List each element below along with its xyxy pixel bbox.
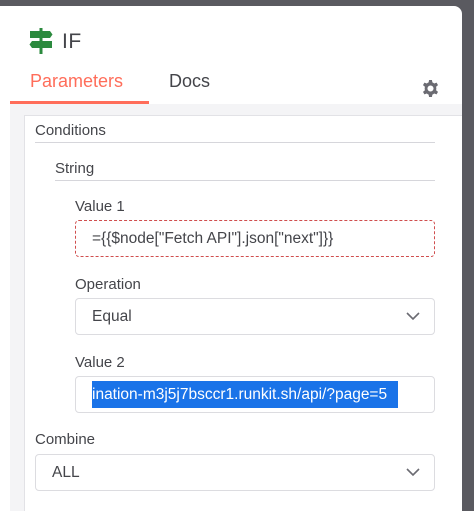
conditions-divider: [35, 142, 435, 143]
value2-input[interactable]: ination-m3j5j7bsccr1.runkit.sh/api/?page…: [75, 376, 435, 413]
gear-icon[interactable]: [421, 79, 440, 98]
combine-select[interactable]: ALL: [35, 454, 435, 491]
tab-parameters[interactable]: Parameters: [30, 71, 123, 101]
value2-selected-text: ination-m3j5j7bsccr1.runkit.sh/api/?page…: [92, 381, 398, 408]
value1-text: ={{$node["Fetch API"].json["next"]}}: [92, 230, 334, 247]
signpost-icon: [29, 28, 53, 54]
string-divider: [55, 180, 435, 181]
combine-label: Combine: [35, 431, 96, 448]
value1-expression-field[interactable]: ={{$node["Fetch API"].json["next"]}}: [75, 220, 435, 257]
combine-value: ALL: [52, 464, 80, 481]
conditions-heading: Conditions: [35, 122, 106, 139]
chevron-down-icon: [406, 312, 420, 321]
tab-docs[interactable]: Docs: [169, 71, 210, 101]
operation-select[interactable]: Equal: [75, 298, 435, 335]
node-parameters-panel: IF Parameters Docs Conditions String Val…: [0, 6, 462, 511]
panel-header: IF Parameters Docs: [0, 6, 462, 104]
value1-label: Value 1: [75, 198, 125, 215]
string-heading: String: [55, 160, 95, 177]
operation-label: Operation: [75, 276, 141, 293]
operation-value: Equal: [92, 308, 132, 325]
node-title[interactable]: IF: [62, 30, 82, 54]
value2-label: Value 2: [75, 354, 125, 371]
chevron-down-icon: [406, 468, 420, 477]
